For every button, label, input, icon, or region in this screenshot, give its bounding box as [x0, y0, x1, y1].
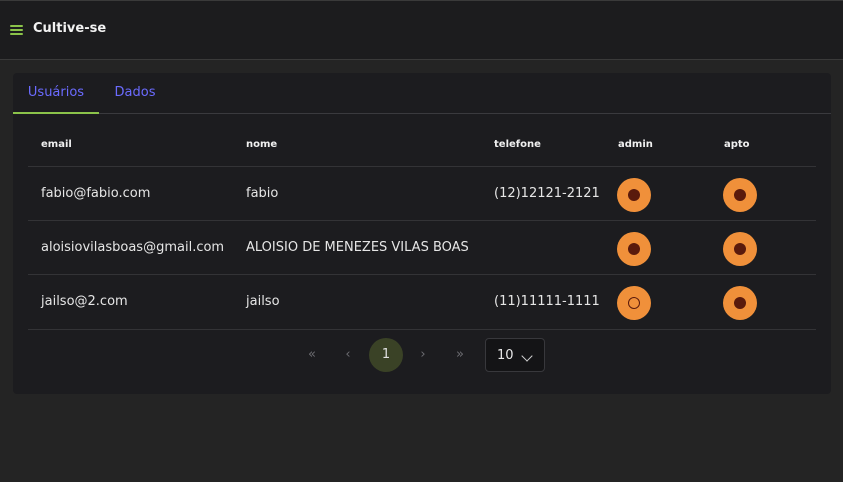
users-card: Usuários Dados email nome telefone admin… — [13, 73, 831, 394]
last-page-button[interactable]: » — [443, 338, 477, 372]
app-title: Cultive-se — [33, 21, 107, 36]
table-row[interactable]: aloisiovilasboas@gmail.com ALOISIO DE ME… — [28, 220, 816, 274]
cell-telefone: (11)11111-1111 — [494, 294, 600, 309]
radio-checked-dot — [734, 243, 746, 255]
next-page-button[interactable]: › — [406, 338, 440, 372]
cell-email: fabio@fabio.com — [41, 186, 151, 201]
table-row[interactable]: jailso@2.com jailso (11)11111-1111 — [28, 274, 816, 328]
apto-radio[interactable] — [723, 178, 757, 212]
column-header-apto[interactable]: apto — [724, 139, 750, 150]
cell-nome: jailso — [246, 294, 280, 309]
cell-nome: ALOISIO DE MENEZES VILAS BOAS — [246, 240, 469, 255]
cell-email: jailso@2.com — [41, 294, 128, 309]
apto-radio[interactable] — [723, 232, 757, 266]
admin-radio[interactable] — [617, 232, 651, 266]
column-header-email[interactable]: email — [41, 139, 72, 150]
chevron-down-icon — [521, 350, 533, 362]
admin-radio[interactable] — [617, 178, 651, 212]
radio-unchecked-ring — [628, 297, 640, 309]
current-page-button[interactable]: 1 — [369, 338, 403, 372]
first-page-button[interactable]: « — [295, 338, 329, 372]
previous-page-button[interactable]: ‹ — [331, 338, 365, 372]
cell-email: aloisiovilasboas@gmail.com — [41, 240, 225, 255]
hamburger-menu-icon[interactable] — [10, 25, 23, 36]
cell-nome: fabio — [246, 186, 279, 201]
cell-telefone: (12)12121-2121 — [494, 186, 600, 201]
table-row[interactable]: fabio@fabio.com fabio (12)12121-2121 — [28, 166, 816, 220]
column-header-telefone[interactable]: telefone — [494, 139, 541, 150]
column-header-nome[interactable]: nome — [246, 139, 277, 150]
tab-usuarios[interactable]: Usuários — [13, 73, 99, 114]
apto-radio[interactable] — [723, 286, 757, 320]
top-app-bar: Cultive-se — [0, 0, 843, 60]
radio-checked-dot — [734, 189, 746, 201]
page-size-select[interactable]: 10 — [485, 338, 545, 372]
page-size-value: 10 — [497, 348, 514, 363]
radio-checked-dot — [628, 189, 640, 201]
admin-radio[interactable] — [617, 286, 651, 320]
tab-dados[interactable]: Dados — [99, 73, 171, 114]
pagination-divider — [28, 329, 816, 330]
column-header-admin[interactable]: admin — [618, 139, 653, 150]
tab-bar: Usuários Dados — [13, 73, 831, 114]
radio-checked-dot — [628, 243, 640, 255]
radio-checked-dot — [734, 297, 746, 309]
